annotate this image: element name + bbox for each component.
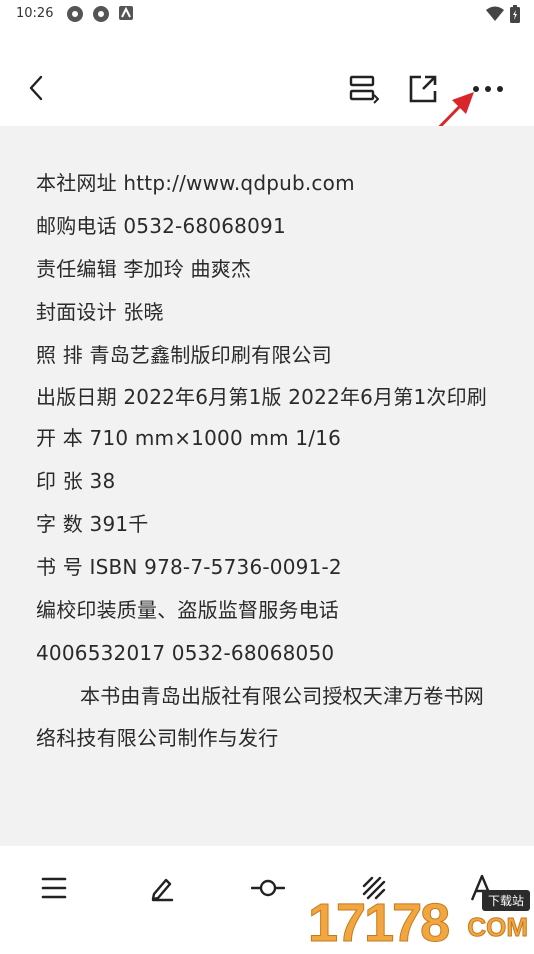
text-line: 开 本 710 mm×1000 mm 1/16 bbox=[36, 426, 342, 450]
text-line: 封面设计 张晓 bbox=[36, 300, 164, 324]
menu-icon bbox=[41, 877, 67, 899]
text-line: 印 张 38 bbox=[36, 469, 116, 493]
toc-switch-icon bbox=[349, 75, 379, 104]
text-line: 出版日期 2022年6月第1版 2022年6月第1次印刷 bbox=[36, 385, 488, 409]
text-line: 本社网址 http://www.qdpub.com bbox=[36, 171, 355, 195]
book-page[interactable]: 本社网址 http://www.qdpub.com 邮购电话 0532-6806… bbox=[0, 126, 534, 846]
app-notification-icon bbox=[119, 6, 133, 20]
text-line: 邮购电话 0532-68068091 bbox=[36, 214, 286, 238]
text-line: 4006532017 0532-68068050 bbox=[36, 641, 335, 665]
text-line: 本书由青岛出版社有限公司授权天津万卷书网络科技有限公司制作与发行 bbox=[36, 684, 484, 750]
status-time: 10:26 bbox=[16, 6, 54, 21]
pencil-icon bbox=[151, 878, 174, 902]
progress-button[interactable] bbox=[246, 868, 290, 908]
chevron-left-icon bbox=[29, 75, 43, 101]
text-line: 字 数 391千 bbox=[36, 512, 149, 536]
back-button[interactable] bbox=[18, 68, 54, 108]
sync-icon bbox=[67, 6, 83, 22]
text-line: 编校印装质量、盗版监督服务电话 bbox=[36, 598, 339, 622]
copyright-page-text: 本社网址 http://www.qdpub.com 邮购电话 0532-6806… bbox=[36, 162, 498, 759]
watermark-main: 17178 bbox=[307, 893, 450, 954]
sync-icon bbox=[93, 6, 109, 22]
status-bar: 10:26 bbox=[0, 0, 534, 28]
battery-icon bbox=[510, 5, 520, 23]
catalog-button[interactable] bbox=[34, 868, 74, 908]
status-system-icons bbox=[486, 5, 520, 23]
text-line: 责任编辑 李加玲 曲爽杰 bbox=[36, 257, 252, 281]
note-button[interactable] bbox=[142, 868, 182, 908]
status-notification-icons bbox=[66, 5, 134, 23]
watermark-suffix: COM bbox=[467, 912, 529, 943]
text-line: 书 号 ISBN 978-7-5736-0091-2 bbox=[36, 555, 342, 579]
toc-switch-button[interactable] bbox=[344, 70, 382, 108]
watermark-badge: 下载站 bbox=[481, 890, 530, 911]
progress-slider-icon bbox=[251, 879, 285, 897]
text-line: 照 排 青岛艺鑫制版印刷有限公司 bbox=[36, 343, 332, 367]
site-watermark: 17178 下载站 COM bbox=[307, 888, 534, 954]
wifi-icon bbox=[486, 6, 504, 21]
